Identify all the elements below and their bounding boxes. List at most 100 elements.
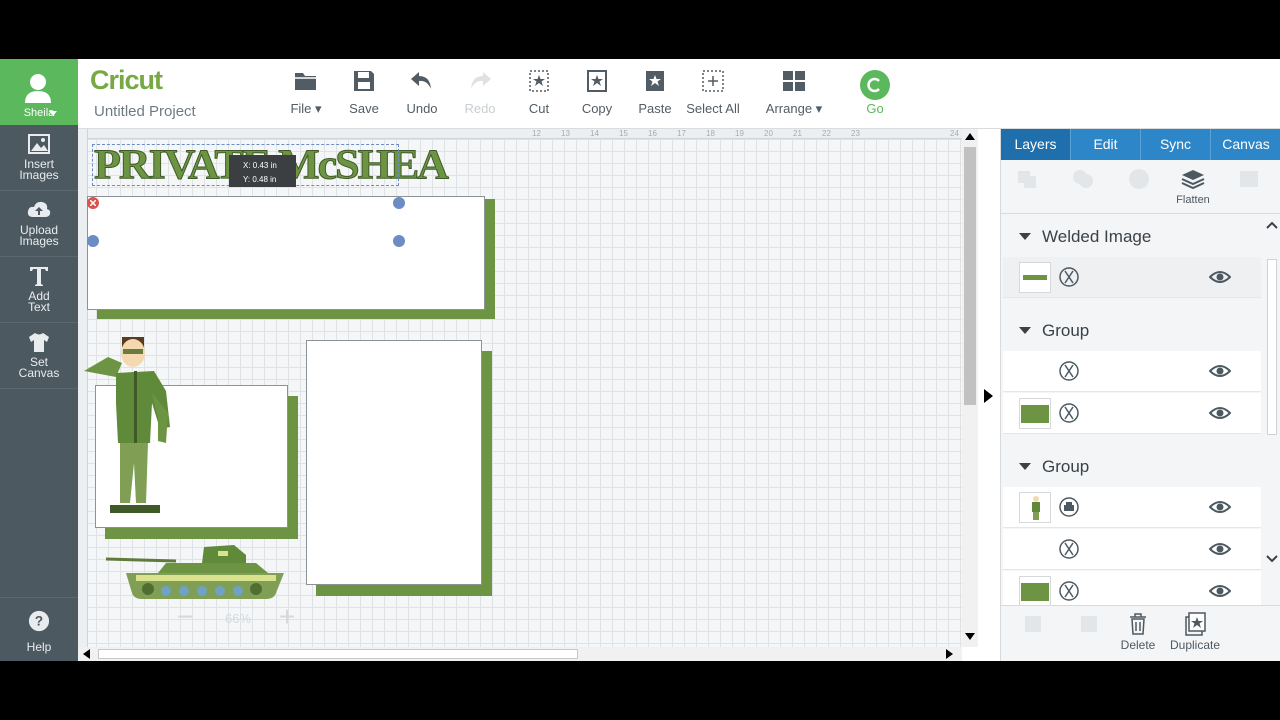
left-sidebar: Insert Images Upload Images Add Text Set… bbox=[0, 125, 78, 661]
hide-icon bbox=[1025, 616, 1041, 632]
rotate-handle[interactable] bbox=[393, 197, 405, 209]
tank-image[interactable] bbox=[106, 541, 288, 605]
layer-list-scrollbar[interactable] bbox=[1263, 215, 1280, 605]
layers-panel: Layers Edit Sync Canvas Flatten Welded I… bbox=[1000, 129, 1280, 661]
delete-handle[interactable] bbox=[87, 197, 99, 209]
zoom-out-button[interactable]: − bbox=[170, 603, 200, 633]
tab-sync[interactable]: Sync bbox=[1141, 129, 1211, 160]
copy-icon bbox=[587, 70, 607, 92]
title-card[interactable] bbox=[87, 196, 485, 310]
scroll-thumb[interactable] bbox=[1267, 259, 1277, 435]
print-icon[interactable] bbox=[1059, 497, 1079, 517]
scroll-down-arrow[interactable] bbox=[965, 633, 975, 640]
scissors-icon[interactable] bbox=[1059, 267, 1079, 287]
cut-button[interactable]: Cut bbox=[507, 67, 571, 123]
duplicate-icon bbox=[1185, 612, 1206, 636]
paste-button[interactable]: Paste bbox=[623, 67, 687, 123]
insert-images-button[interactable]: Insert Images bbox=[0, 125, 78, 191]
undo-button[interactable]: Undo bbox=[390, 67, 454, 123]
layer-thumbnail bbox=[1019, 398, 1051, 429]
scroll-left-arrow[interactable] bbox=[83, 649, 90, 659]
help-icon: ? bbox=[28, 610, 50, 632]
group-icon bbox=[1018, 171, 1036, 188]
layer-group-header[interactable]: Welded Image bbox=[1003, 217, 1261, 255]
scissors-icon[interactable] bbox=[1059, 403, 1079, 423]
scissors-icon[interactable] bbox=[1059, 581, 1079, 601]
eye-icon[interactable] bbox=[1209, 269, 1231, 285]
paste-label: Paste bbox=[638, 101, 672, 116]
lock-handle[interactable] bbox=[87, 235, 99, 247]
upload-images-button[interactable]: Upload Images bbox=[0, 191, 78, 257]
eye-icon[interactable] bbox=[1209, 541, 1231, 557]
sidebar-item-label: Add Text bbox=[27, 289, 50, 314]
ruler-tick: 22 bbox=[822, 129, 831, 138]
resize-handle[interactable] bbox=[393, 235, 405, 247]
select-all-label: Select All bbox=[686, 101, 740, 116]
scroll-up-arrow[interactable] bbox=[965, 133, 975, 140]
design-canvas[interactable]: 12 13 14 15 16 17 18 19 20 21 22 23 24 P… bbox=[78, 129, 962, 647]
layer-row[interactable] bbox=[1003, 393, 1261, 434]
close-icon bbox=[90, 200, 96, 206]
scissors-icon[interactable] bbox=[1059, 361, 1079, 381]
layer-thumbnail bbox=[1019, 262, 1051, 293]
tab-canvas[interactable]: Canvas bbox=[1211, 129, 1280, 160]
copy-label: Copy bbox=[581, 101, 613, 116]
weld-icon bbox=[1073, 170, 1093, 188]
scroll-thumb[interactable] bbox=[964, 147, 976, 405]
cricut-c-icon bbox=[867, 77, 880, 93]
layer-row[interactable] bbox=[1003, 571, 1261, 605]
add-text-button[interactable]: Add Text bbox=[0, 257, 78, 323]
layer-tools: Flatten bbox=[1001, 160, 1280, 214]
image-icon bbox=[28, 134, 50, 154]
tab-layers[interactable]: Layers bbox=[1001, 129, 1071, 160]
contour-icon bbox=[1240, 171, 1258, 187]
collapse-triangle-icon bbox=[1019, 463, 1031, 470]
layer-row[interactable] bbox=[1003, 487, 1261, 528]
group-name: Welded Image bbox=[1042, 227, 1152, 246]
top-toolbar: Cricut Untitled Project File ▾ Save Undo… bbox=[78, 59, 1280, 129]
ruler-tick: 21 bbox=[793, 129, 802, 138]
scissors-icon[interactable] bbox=[1059, 539, 1079, 559]
canvas-horizontal-scrollbar[interactable] bbox=[78, 647, 962, 661]
scroll-right-arrow[interactable] bbox=[946, 649, 953, 659]
soldier-thumbnail-icon bbox=[1032, 496, 1040, 520]
layer-group-header[interactable]: Group bbox=[1003, 311, 1261, 349]
zoom-in-button[interactable]: + bbox=[272, 603, 302, 633]
layer-group-header[interactable]: Group bbox=[1003, 447, 1261, 485]
layer-row[interactable] bbox=[1003, 351, 1261, 392]
user-menu-button[interactable]: Sheila bbox=[0, 59, 78, 125]
tab-edit[interactable]: Edit bbox=[1071, 129, 1141, 160]
scroll-thumb[interactable] bbox=[98, 649, 578, 659]
copy-button[interactable]: Copy bbox=[565, 67, 629, 123]
layer-row[interactable] bbox=[1003, 257, 1261, 298]
go-button[interactable] bbox=[860, 70, 890, 100]
delete-label: Delete bbox=[1120, 638, 1156, 652]
arrange-menu-button[interactable]: Arrange ▾ bbox=[762, 67, 826, 123]
redo-button[interactable]: Redo bbox=[448, 67, 512, 123]
eye-icon[interactable] bbox=[1209, 363, 1231, 379]
eye-icon[interactable] bbox=[1209, 405, 1231, 421]
layer-row[interactable] bbox=[1003, 529, 1261, 570]
set-canvas-button[interactable]: Set Canvas bbox=[0, 323, 78, 389]
ruler-tick: 17 bbox=[677, 129, 686, 138]
duplicate-label: Duplicate bbox=[1169, 638, 1221, 652]
ruler-tick: 24 bbox=[950, 129, 959, 138]
select-all-button[interactable]: Select All bbox=[681, 67, 745, 123]
ruler-tick: 23 bbox=[851, 129, 860, 138]
eye-icon[interactable] bbox=[1209, 499, 1231, 515]
chevron-up-icon[interactable] bbox=[1266, 221, 1278, 229]
chevron-down-icon[interactable] bbox=[1266, 555, 1278, 563]
help-button[interactable]: ? Help bbox=[0, 597, 78, 661]
user-avatar-icon bbox=[25, 74, 51, 103]
ruler-tick: 13 bbox=[561, 129, 570, 138]
panel-collapse-arrow[interactable] bbox=[984, 389, 993, 403]
file-menu-button[interactable]: File ▾ bbox=[274, 67, 338, 123]
soldier-image[interactable] bbox=[82, 333, 178, 527]
eye-icon[interactable] bbox=[1209, 583, 1231, 599]
photo-card[interactable] bbox=[306, 340, 482, 585]
canvas-vertical-scrollbar[interactable] bbox=[962, 129, 978, 647]
flatten-label: Flatten bbox=[1176, 194, 1210, 206]
folder-icon bbox=[295, 73, 316, 90]
project-title[interactable]: Untitled Project bbox=[94, 103, 196, 120]
save-button[interactable]: Save bbox=[332, 67, 396, 123]
